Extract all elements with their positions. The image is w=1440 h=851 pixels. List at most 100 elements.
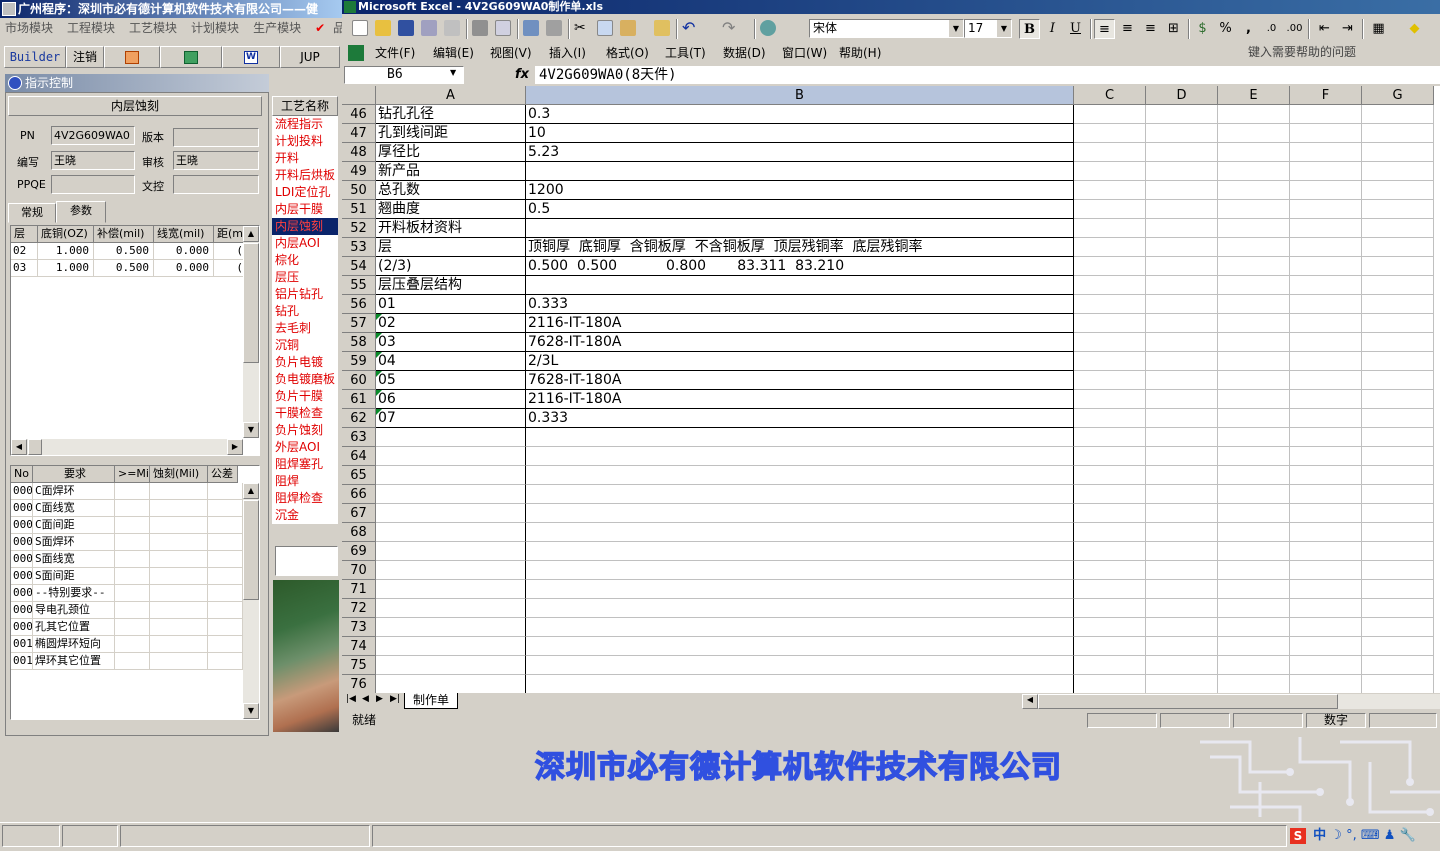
parameter-grid-hscrollbar[interactable]: ◀ ▶ bbox=[11, 439, 243, 455]
cell-a[interactable] bbox=[376, 447, 526, 466]
wrench-icon[interactable]: 🔧 bbox=[1400, 828, 1416, 843]
cell-a[interactable]: 厚径比 bbox=[376, 143, 526, 162]
cell-d[interactable] bbox=[1146, 618, 1218, 637]
cell-d[interactable] bbox=[1146, 504, 1218, 523]
table-row[interactable]: 000 C面焊环 bbox=[11, 483, 243, 500]
scroll-left-icon[interactable]: ◀ bbox=[1022, 694, 1038, 709]
cell-f[interactable] bbox=[1290, 162, 1362, 181]
email-icon[interactable] bbox=[444, 20, 460, 36]
col-header-tolerance[interactable]: 公差 bbox=[208, 466, 238, 483]
cell-a[interactable]: 04 bbox=[376, 352, 526, 371]
cell-a[interactable] bbox=[376, 675, 526, 693]
cell-f[interactable] bbox=[1290, 105, 1362, 124]
cell-d[interactable] bbox=[1146, 181, 1218, 200]
scroll-up-icon[interactable]: ▲ bbox=[243, 483, 259, 499]
underline-button[interactable]: U bbox=[1065, 19, 1086, 39]
row-header[interactable]: 57 bbox=[342, 314, 376, 333]
font-size-select[interactable]: 17 ▼ bbox=[964, 19, 1012, 38]
cell-a[interactable] bbox=[376, 523, 526, 542]
cell-b[interactable] bbox=[526, 637, 1074, 656]
jup-button[interactable]: JUP bbox=[280, 46, 340, 68]
cell-g[interactable] bbox=[1362, 599, 1434, 618]
excel-button[interactable] bbox=[160, 46, 222, 68]
cell-a[interactable] bbox=[376, 504, 526, 523]
permission-icon[interactable] bbox=[421, 20, 437, 36]
col-header-base-copper[interactable]: 底铜(OZ) bbox=[38, 226, 94, 243]
cell-a[interactable]: 01 bbox=[376, 295, 526, 314]
row-header[interactable]: 49 bbox=[342, 162, 376, 181]
cell-g[interactable] bbox=[1362, 371, 1434, 390]
cell-d[interactable] bbox=[1146, 257, 1218, 276]
cell-e[interactable] bbox=[1218, 580, 1290, 599]
namebox-dropdown-icon[interactable]: ▼ bbox=[450, 68, 456, 77]
cell-d[interactable] bbox=[1146, 523, 1218, 542]
cell-f[interactable] bbox=[1290, 428, 1362, 447]
cell-d[interactable] bbox=[1146, 352, 1218, 371]
row-header[interactable]: 67 bbox=[342, 504, 376, 523]
align-right-button[interactable]: ≡ bbox=[1140, 19, 1161, 39]
cell-d[interactable] bbox=[1146, 238, 1218, 257]
cell-b[interactable]: 7628-IT-180A bbox=[526, 371, 1074, 390]
comma-icon[interactable]: °, bbox=[1346, 828, 1357, 843]
percent-button[interactable]: % bbox=[1215, 19, 1236, 39]
cell-a[interactable] bbox=[376, 542, 526, 561]
print-icon[interactable] bbox=[472, 20, 488, 36]
cell-c[interactable] bbox=[1074, 523, 1146, 542]
process-item[interactable]: 棕化 bbox=[272, 252, 338, 269]
cell-f[interactable] bbox=[1290, 656, 1362, 675]
col-header-spacing[interactable]: 距(mi bbox=[214, 226, 244, 243]
cell-g[interactable] bbox=[1362, 105, 1434, 124]
cell-a[interactable] bbox=[376, 428, 526, 447]
process-input[interactable] bbox=[275, 546, 338, 576]
cell-b[interactable] bbox=[526, 504, 1074, 523]
col-header-min-mil[interactable]: >=Mil bbox=[115, 466, 150, 483]
spreadsheet-grid[interactable]: A B C D E F G 46 钻孔孔径 0.3 47 孔到线间距 10 48 厚径比 5.23 49 新产品 5… bbox=[342, 86, 1440, 693]
cell-f[interactable] bbox=[1290, 143, 1362, 162]
row-header[interactable]: 53 bbox=[342, 238, 376, 257]
tab-parameters[interactable]: 参数 bbox=[56, 201, 106, 223]
cell-a[interactable]: 总孔数 bbox=[376, 181, 526, 200]
menu-production[interactable]: 生产模块 bbox=[253, 21, 301, 35]
row-header[interactable]: 68 bbox=[342, 523, 376, 542]
process-item[interactable]: 负片电镀 bbox=[272, 354, 338, 371]
cell-e[interactable] bbox=[1218, 561, 1290, 580]
table-row[interactable]: 000 --特别要求-- bbox=[11, 585, 243, 602]
row-header[interactable]: 74 bbox=[342, 637, 376, 656]
column-header-b[interactable]: B bbox=[526, 86, 1074, 105]
research-icon[interactable] bbox=[546, 20, 562, 36]
cell-f[interactable] bbox=[1290, 599, 1362, 618]
row-header[interactable]: 46 bbox=[342, 105, 376, 124]
cell-b[interactable]: 顶铜厚 底铜厚 含铜板厚 不含铜板厚 顶层残铜率 底层残铜率 bbox=[526, 238, 1074, 257]
cell-b[interactable]: 0.333 bbox=[526, 295, 1074, 314]
cell-c[interactable] bbox=[1074, 485, 1146, 504]
process-item[interactable]: 负片干膜 bbox=[272, 388, 338, 405]
cell-g[interactable] bbox=[1362, 162, 1434, 181]
new-icon[interactable] bbox=[352, 20, 368, 36]
fill-color-button[interactable]: ◆ bbox=[1404, 19, 1425, 39]
cell-d[interactable] bbox=[1146, 561, 1218, 580]
cell-e[interactable] bbox=[1218, 219, 1290, 238]
cell-g[interactable] bbox=[1362, 466, 1434, 485]
cell-e[interactable] bbox=[1218, 618, 1290, 637]
reviewer-field[interactable]: 王晓 bbox=[173, 151, 259, 170]
horizontal-scroll-track[interactable] bbox=[1338, 694, 1440, 709]
row-header[interactable]: 65 bbox=[342, 466, 376, 485]
menu-market[interactable]: 市场模块 bbox=[5, 21, 53, 35]
cell-g[interactable] bbox=[1362, 447, 1434, 466]
row-header[interactable]: 47 bbox=[342, 124, 376, 143]
decrease-decimal-button[interactable]: .00 bbox=[1284, 19, 1305, 39]
cell-d[interactable] bbox=[1146, 219, 1218, 238]
process-item[interactable]: 内层AOI bbox=[272, 235, 338, 252]
cell-b[interactable] bbox=[526, 162, 1074, 181]
cell-c[interactable] bbox=[1074, 276, 1146, 295]
cell-g[interactable] bbox=[1362, 314, 1434, 333]
cell-f[interactable] bbox=[1290, 295, 1362, 314]
cell-g[interactable] bbox=[1362, 637, 1434, 656]
cell-a[interactable] bbox=[376, 485, 526, 504]
cell-g[interactable] bbox=[1362, 523, 1434, 542]
pn-field[interactable]: 4V2G609WA0 bbox=[51, 126, 135, 145]
cell-d[interactable] bbox=[1146, 599, 1218, 618]
cell-g[interactable] bbox=[1362, 181, 1434, 200]
cell-d[interactable] bbox=[1146, 637, 1218, 656]
col-header-compensation[interactable]: 补偿(mil) bbox=[94, 226, 154, 243]
